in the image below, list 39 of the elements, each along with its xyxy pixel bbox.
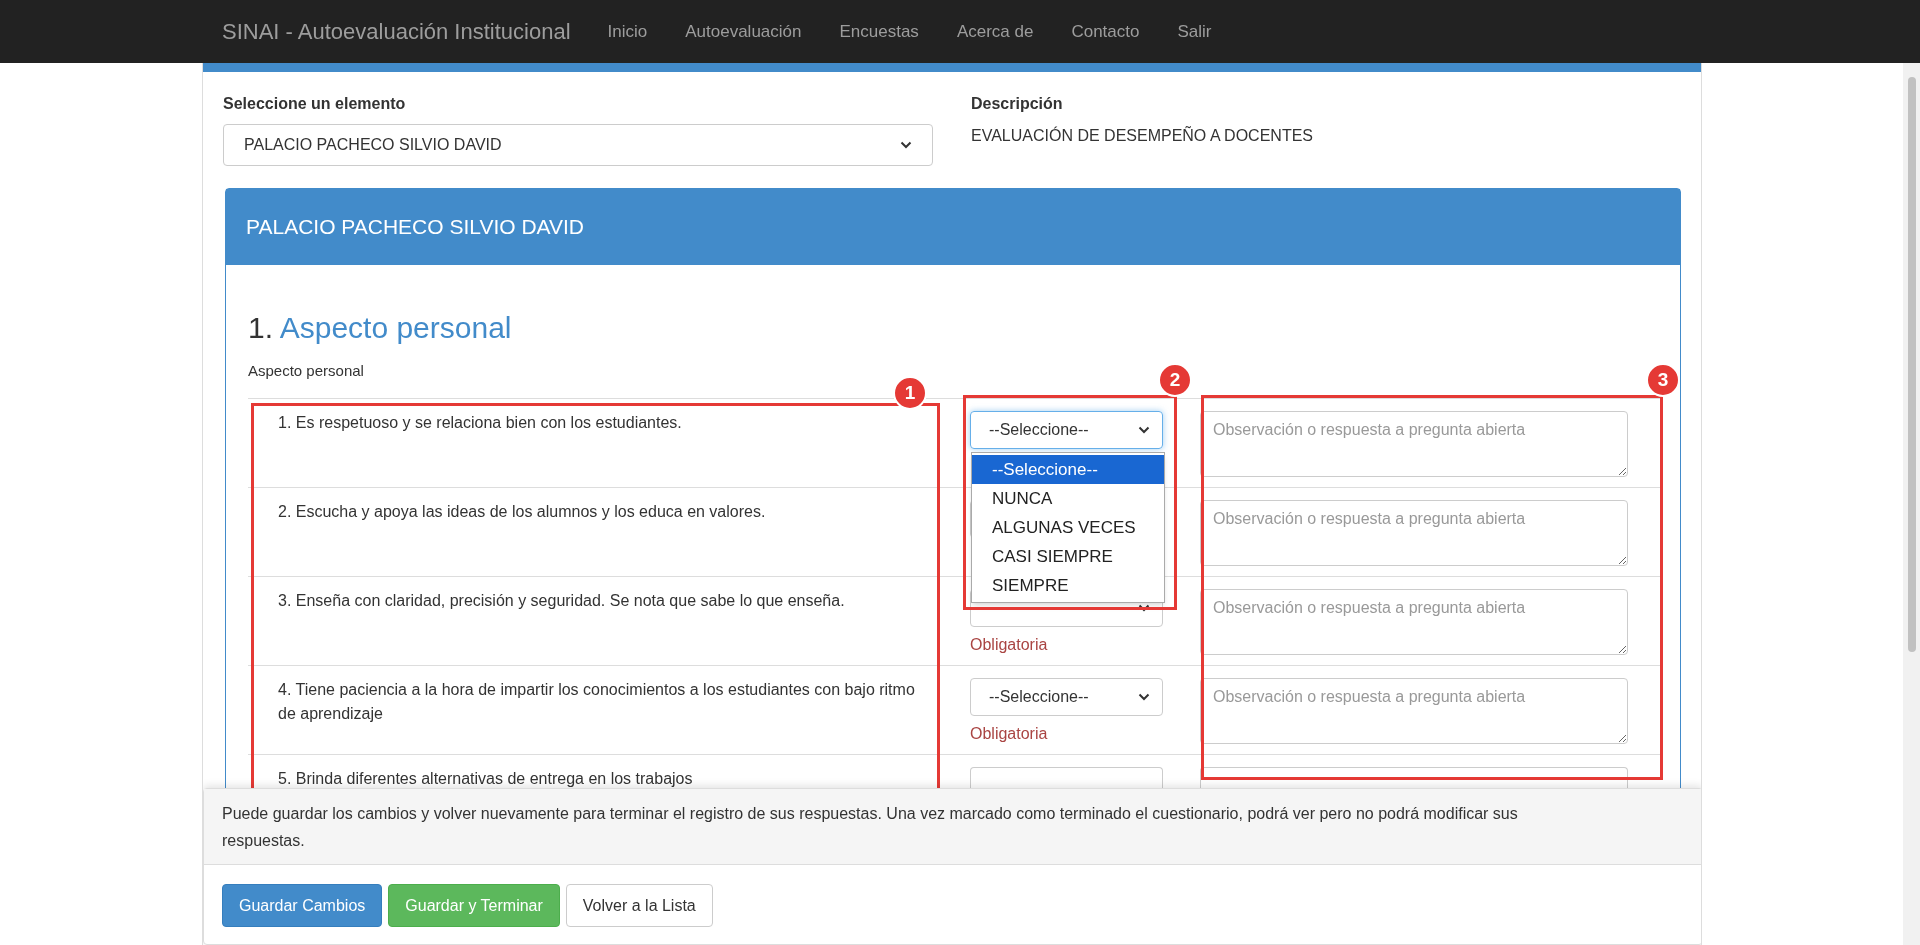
footer-button[interactable]: Guardar Cambios xyxy=(222,884,383,927)
answer-select[interactable]: --Seleccione-- xyxy=(970,677,1163,716)
field-label: Descripción xyxy=(971,94,1064,114)
observation-field[interactable]: Observación o respuesta a pregunta abierta xyxy=(1200,588,1628,655)
panel-heading: PALACIO PACHECO SILVIO DAVID xyxy=(226,189,1680,265)
nav-link[interactable]: Encuestas xyxy=(820,18,938,45)
brand-link[interactable]: SINAI - Autoevaluación Institucional xyxy=(222,15,571,48)
nav-link[interactable]: Autoevaluación xyxy=(666,18,821,45)
nav-link[interactable]: Salir xyxy=(1158,18,1231,45)
answer-select[interactable]: --Seleccione-- xyxy=(970,410,1163,449)
question-text: 4. Tiene paciencia a la hora de impartir los conocimientos a los estudiantes con bajo ritmo de aprendizaje xyxy=(277,679,916,724)
question-text: 1. Es respetuoso y se relaciona bien con los estudiantes. xyxy=(277,412,683,433)
nav-link[interactable]: Contacto xyxy=(1052,18,1159,45)
question-text: 3. Enseña con claridad, precisión y seguridad. Se nota que sabe lo que enseña. xyxy=(277,590,846,611)
scrollbar[interactable] xyxy=(1903,63,1920,945)
required-note: Obligatoria xyxy=(970,723,1049,744)
observation-field[interactable]: Observación o respuesta a pregunta abierta xyxy=(1200,410,1628,477)
observation-field[interactable]: Observación o respuesta a pregunta abierta xyxy=(1200,677,1628,744)
field-label: Seleccione un elemento xyxy=(223,94,407,114)
section-subtitle: Aspecto personal xyxy=(248,361,364,381)
nav-link[interactable]: Inicio xyxy=(588,18,667,45)
annotation-marker: 3 xyxy=(1646,363,1680,397)
dropdown-option[interactable]: CASI SIEMPRE xyxy=(972,542,1164,571)
annotation-marker: 2 xyxy=(1158,363,1192,397)
annotation-marker: 1 xyxy=(893,376,927,410)
question-text: 2. Escucha y apoya las ideas de los alumnos y los educa en valores. xyxy=(277,501,767,522)
question-text: 5. Brinda diferentes alternativas de entrega en los trabajos xyxy=(277,768,694,789)
observation-field[interactable]: Observación o respuesta a pregunta abierta xyxy=(1200,499,1628,566)
nav-link[interactable]: Acerca de xyxy=(937,18,1053,45)
element-select[interactable]: PALACIO PACHECO SILVIO DAVID xyxy=(223,124,933,166)
dropdown-option[interactable]: SIEMPRE xyxy=(972,571,1164,600)
section-title: 1. Aspecto personal xyxy=(248,310,513,346)
footer-note: Puede guardar los cambios y volver nuevamente para terminar el registro de sus respuestas. Una vez marcado como terminado el cuestionario, podrá ver pero no podrá modificar sus respuestas. xyxy=(222,804,1519,851)
footer-button[interactable]: Volver a la Lista xyxy=(565,884,713,927)
dropdown-option[interactable]: NUNCA xyxy=(972,484,1164,513)
dropdown-option[interactable]: --Seleccione-- xyxy=(972,455,1164,484)
dropdown-option[interactable]: ALGUNAS VECES xyxy=(972,513,1164,542)
required-note: Obligatoria xyxy=(970,634,1049,655)
description-text: EVALUACIÓN DE DESEMPEÑO A DOCENTES xyxy=(971,125,1313,146)
